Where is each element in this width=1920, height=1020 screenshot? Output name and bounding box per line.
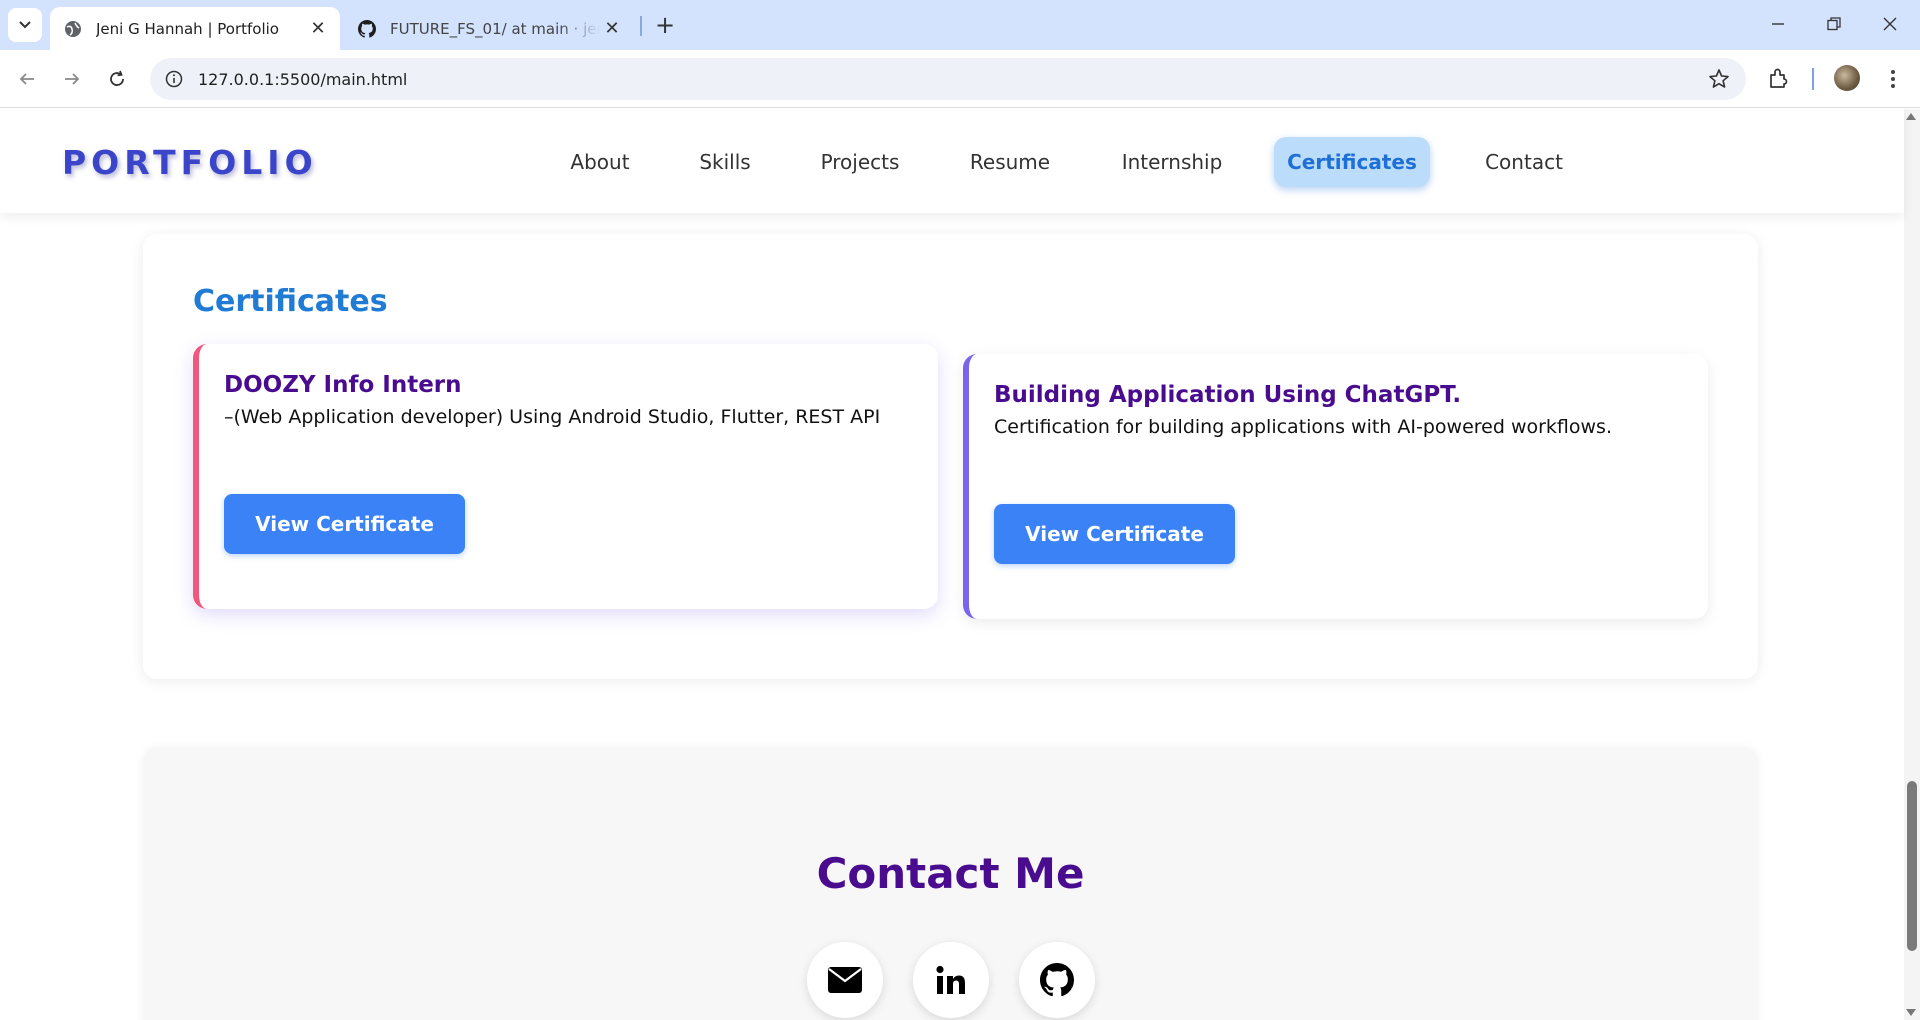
site-info-icon[interactable] (164, 69, 184, 89)
minimize-button[interactable] (1750, 0, 1806, 48)
view-certificate-button[interactable]: View Certificate (994, 504, 1235, 564)
bookmark-star-icon[interactable] (1708, 68, 1730, 90)
site-logo[interactable]: PORTFOLIO (62, 143, 318, 182)
certificate-title: DOOZY Info Intern (224, 372, 462, 398)
globe-icon (64, 20, 82, 38)
tab-search-button[interactable] (8, 8, 42, 42)
chevron-down-icon (19, 21, 31, 29)
restore-button[interactable] (1806, 0, 1862, 48)
reload-button[interactable] (100, 62, 134, 96)
github-icon (1040, 963, 1074, 997)
page-scrollbar[interactable] (1904, 109, 1920, 1020)
github-link[interactable] (1019, 942, 1095, 1018)
certificate-card: Building Application Using ChatGPT. Cert… (963, 354, 1708, 619)
contact-section: Contact Me (143, 747, 1758, 1020)
reload-icon (110, 70, 124, 86)
nav-projects[interactable]: Projects (808, 137, 912, 187)
arrow-right-icon (65, 73, 80, 85)
page-viewport: PORTFOLIO About Skills Projects Resume I… (0, 109, 1920, 1020)
certificates-section: Certificates DOOZY Info Intern –(Web App… (143, 234, 1758, 679)
certificate-title: Building Application Using ChatGPT. (994, 382, 1462, 408)
close-window-button[interactable] (1862, 0, 1918, 48)
forward-button[interactable] (55, 62, 89, 96)
scrollbar-thumb[interactable] (1907, 781, 1917, 951)
browser-tab-strip: Jeni G Hannah | Portfolio ✕ FUTURE_FS_01… (0, 0, 1920, 50)
certificate-description: Certification for building applications … (994, 416, 1612, 438)
scroll-up-arrow[interactable] (1906, 113, 1916, 120)
nav-internship[interactable]: Internship (1112, 137, 1232, 187)
nav-contact[interactable]: Contact (1474, 137, 1574, 187)
back-button[interactable] (10, 62, 44, 96)
scroll-down-arrow[interactable] (1906, 1009, 1916, 1016)
browser-toolbar: 127.0.0.1:5500/main.html (0, 50, 1920, 108)
view-certificate-button[interactable]: View Certificate (224, 494, 465, 554)
restore-icon (1827, 17, 1841, 31)
certificate-description: –(Web Application developer) Using Andro… (224, 406, 881, 428)
profile-avatar[interactable] (1834, 65, 1860, 91)
nav-about[interactable]: About (556, 137, 644, 187)
browser-menu-icon[interactable] (1880, 66, 1906, 92)
nav-skills[interactable]: Skills (690, 137, 760, 187)
tab-title: FUTURE_FS_01/ at main · jeni-g (390, 19, 600, 38)
tab-portfolio[interactable]: Jeni G Hannah | Portfolio ✕ (50, 7, 340, 50)
tab-github[interactable]: FUTURE_FS_01/ at main · jeni-g ✕ (344, 7, 634, 50)
email-link[interactable] (807, 942, 883, 1018)
site-header: PORTFOLIO About Skills Projects Resume I… (0, 109, 1904, 213)
linkedin-link[interactable] (913, 942, 989, 1018)
close-icon (1883, 17, 1897, 31)
github-icon (358, 19, 376, 38)
minimize-icon (1772, 23, 1784, 25)
close-tab-icon[interactable]: ✕ (600, 17, 624, 41)
tab-divider (640, 16, 642, 36)
extensions-icon[interactable] (1766, 66, 1792, 92)
arrow-left-icon (19, 73, 34, 85)
contact-heading: Contact Me (816, 849, 1085, 898)
certificates-heading: Certificates (193, 284, 388, 319)
tab-title: Jeni G Hannah | Portfolio (96, 19, 279, 38)
toolbar-separator (1812, 68, 1814, 90)
new-tab-button[interactable]: + (650, 10, 680, 40)
linkedin-icon (936, 965, 965, 994)
close-tab-icon[interactable]: ✕ (306, 17, 330, 41)
email-icon (828, 967, 862, 993)
address-bar[interactable]: 127.0.0.1:5500/main.html (150, 58, 1746, 100)
nav-resume[interactable]: Resume (960, 137, 1060, 187)
certificate-card: DOOZY Info Intern –(Web Application deve… (193, 344, 938, 609)
nav-certificates[interactable]: Certificates (1274, 137, 1430, 187)
url-text[interactable]: 127.0.0.1:5500/main.html (198, 70, 407, 89)
